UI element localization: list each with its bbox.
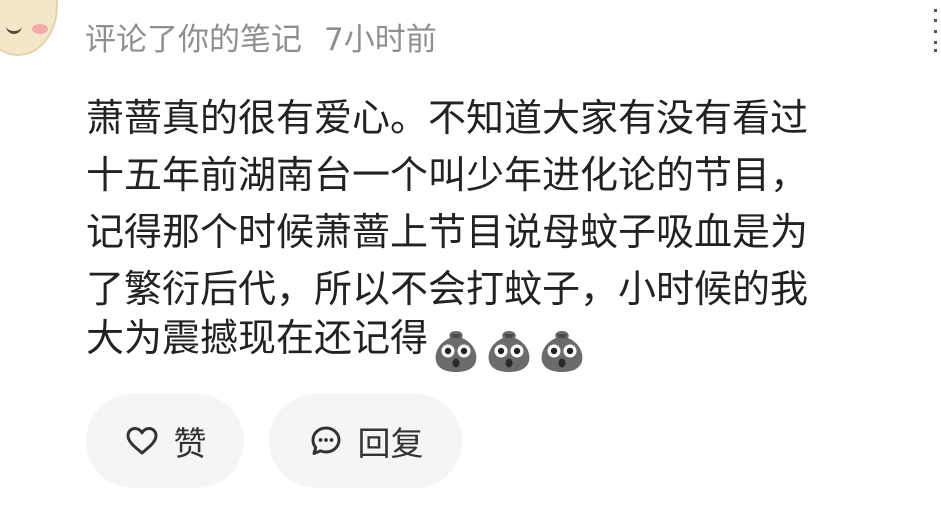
reply-button[interactable]: 回复 [269,394,462,488]
shocked-face-emoji-icon [541,331,583,372]
comment-text-line-1: 萧蔷真的很有爱心。不知道大家有没有看过 [86,96,809,140]
comment-text-line-5-text: 大为震撼现在还记得 [86,316,429,360]
comment-notification-page: 评论了你的笔记 7小时前 萧蔷真的很有爱心。不知道大家有没有看过 十五年前湖南台一… [0,0,941,531]
chat-bubble-icon [308,423,344,459]
comment-action-text: 评论了你的笔记 [85,22,302,58]
edge-dot [934,30,937,33]
comment-text-line-2: 十五年前湖南台一个叫少年进化论的节目， [86,153,809,197]
comment-meta: 评论了你的笔记 7小时前 [85,18,437,62]
edge-dot [934,19,937,22]
like-button[interactable]: 赞 [86,394,244,488]
edge-dot [934,49,937,52]
comment-text-line-5: 大为震撼现在还记得 [86,306,589,372]
heart-outline-icon [124,423,160,459]
comment-time: 7小时前 [324,22,437,58]
edge-marker [930,0,941,60]
edge-dot [934,9,937,12]
avatar-cheek-right [32,24,48,34]
shocked-face-emoji-icon [488,331,530,372]
edge-dot [934,41,937,44]
like-label: 赞 [173,424,207,463]
avatar-mouth [6,22,22,34]
avatar[interactable] [0,0,58,56]
emoji-row [430,316,589,372]
reply-label: 回复 [357,424,424,463]
shocked-face-emoji-icon [435,331,477,372]
comment-text-line-3: 记得那个时候萧蔷上节目说母蚊子吸血是为 [86,210,809,254]
